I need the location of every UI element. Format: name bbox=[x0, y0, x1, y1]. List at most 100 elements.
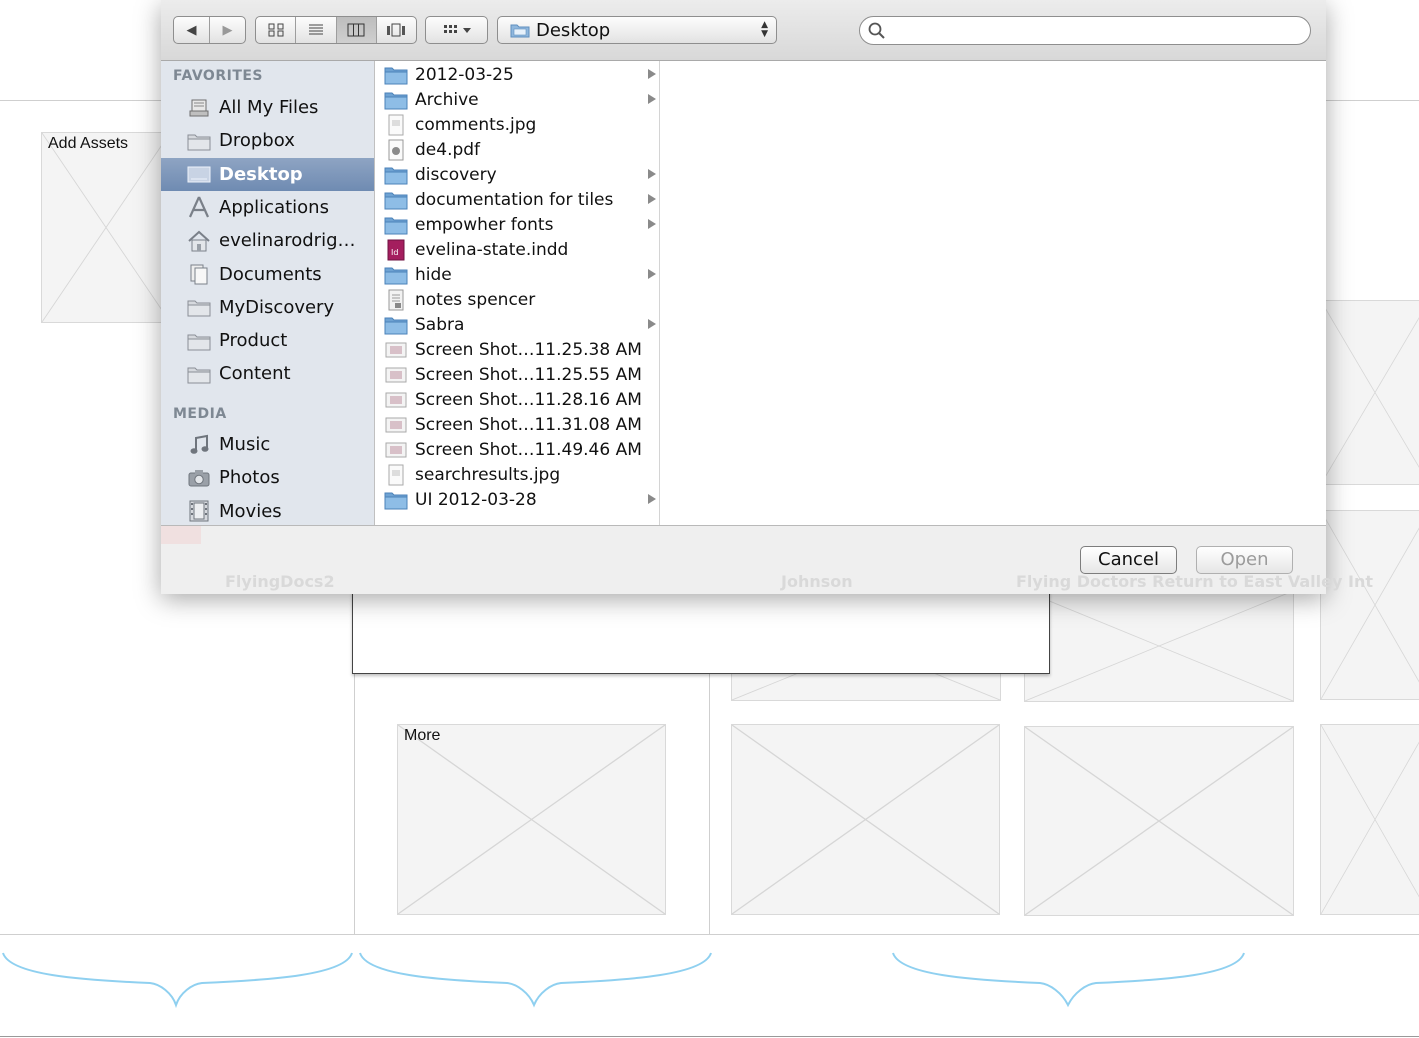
file-name: comments.jpg bbox=[415, 114, 537, 135]
footer-divider bbox=[0, 934, 1419, 935]
file-name: Sabra bbox=[415, 314, 465, 335]
folder-row[interactable]: empowher fonts bbox=[375, 212, 659, 237]
svg-text:Id: Id bbox=[391, 248, 398, 257]
cancel-button[interactable]: Cancel bbox=[1080, 546, 1177, 574]
file-row[interactable]: Screen Shot…11.28.16 AM bbox=[375, 387, 659, 412]
home-icon bbox=[185, 230, 213, 252]
sidebar-item-desktop[interactable]: Desktop bbox=[161, 157, 374, 191]
list-view-button[interactable] bbox=[296, 17, 337, 43]
back-arrow-icon: ◀ bbox=[186, 22, 197, 38]
open-file-dialog: ◀ ▶ Desktop ▲ ▼ FAVORITES MEDIA All My F… bbox=[161, 0, 1373, 594]
documents-icon bbox=[185, 263, 213, 285]
disclosure-arrow-icon bbox=[648, 69, 656, 79]
view-mode-control bbox=[255, 16, 417, 44]
indesign-file-icon: Id bbox=[384, 239, 408, 260]
file-row[interactable]: searchresults.jpg bbox=[375, 462, 659, 487]
arrange-icon bbox=[443, 25, 471, 33]
folder-icon bbox=[384, 165, 408, 185]
pdf-file-icon bbox=[384, 139, 408, 160]
screenshot-file-icon bbox=[384, 365, 408, 385]
folder-icon bbox=[185, 363, 213, 385]
file-row[interactable]: Screen Shot…11.25.55 AM bbox=[375, 362, 659, 387]
sidebar-item-all-my-files[interactable]: All My Files bbox=[161, 91, 374, 124]
arrange-segment bbox=[426, 17, 487, 43]
sidebar-item-photos[interactable]: Photos bbox=[161, 461, 374, 494]
file-name: Screen Shot…11.49.46 AM bbox=[415, 439, 642, 460]
image-file-icon bbox=[384, 464, 408, 485]
sidebar-item-mydiscovery[interactable]: MyDiscovery bbox=[161, 291, 374, 324]
film-icon bbox=[185, 500, 213, 522]
file-column: 2012-03-25 Archive comments.jpg de4.pdf disc… bbox=[375, 61, 660, 525]
sidebar-item-dropbox[interactable]: Dropbox bbox=[161, 124, 374, 157]
add-assets-label: Add Assets bbox=[48, 135, 129, 152]
back-forward-control: ◀ ▶ bbox=[173, 16, 246, 44]
ghost-text: FlyingDocs2 bbox=[225, 572, 335, 591]
ghost-text: Johnson bbox=[781, 572, 853, 591]
background-modal bbox=[352, 580, 1050, 674]
sidebar-item-content[interactable]: Content bbox=[161, 357, 374, 390]
file-row[interactable]: comments.jpg bbox=[375, 112, 659, 137]
sidebar-item-label: Movies bbox=[219, 500, 282, 522]
file-name: Screen Shot…11.25.38 AM bbox=[415, 339, 642, 360]
sidebar-item-label: All My Files bbox=[219, 97, 319, 118]
sidebar-item-label: Desktop bbox=[219, 163, 303, 185]
dialog-footer: FlyingDocs2 Johnson Flying Doctors Retur… bbox=[161, 525, 1373, 594]
file-row[interactable]: de4.pdf bbox=[375, 137, 659, 162]
add-assets-placeholder[interactable]: Add Assets bbox=[41, 132, 171, 323]
sidebar-item-documents[interactable]: Documents bbox=[161, 258, 374, 291]
file-name: de4.pdf bbox=[415, 139, 481, 160]
arrange-button[interactable] bbox=[425, 16, 488, 44]
file-name: 2012-03-25 bbox=[415, 64, 514, 85]
forward-button[interactable]: ▶ bbox=[210, 17, 245, 43]
folder-icon bbox=[384, 215, 408, 235]
folder-row[interactable]: UI 2012-03-28 bbox=[375, 487, 659, 512]
folder-row[interactable]: 2012-03-25 bbox=[375, 62, 659, 87]
icon-view-button[interactable] bbox=[256, 17, 297, 43]
disclosure-arrow-icon bbox=[648, 319, 656, 329]
folder-row[interactable]: Sabra bbox=[375, 312, 659, 337]
folder-row[interactable]: hide bbox=[375, 262, 659, 287]
sidebar-item-product[interactable]: Product bbox=[161, 324, 374, 357]
folder-row[interactable]: Archive bbox=[375, 87, 659, 112]
file-row[interactable]: Screen Shot…11.49.46 AM bbox=[375, 437, 659, 462]
search-field[interactable] bbox=[859, 16, 1311, 45]
sidebar-item-music[interactable]: Music bbox=[161, 428, 374, 461]
file-row[interactable]: Screen Shot…11.31.08 AM bbox=[375, 412, 659, 437]
sidebar-item-evelinarodrig[interactable]: evelinarodrig… bbox=[161, 224, 374, 257]
location-popup[interactable]: Desktop ▲ ▼ bbox=[497, 16, 777, 44]
folder-row[interactable]: discovery bbox=[375, 162, 659, 187]
sidebar-item-movies[interactable]: Movies bbox=[161, 495, 374, 525]
disclosure-arrow-icon bbox=[648, 494, 656, 504]
open-button[interactable]: Open bbox=[1196, 546, 1293, 574]
folder-icon bbox=[384, 265, 408, 285]
dialog-toolbar: ◀ ▶ Desktop ▲ ▼ bbox=[161, 0, 1326, 61]
column-view-button[interactable] bbox=[336, 17, 377, 43]
camera-icon bbox=[185, 467, 213, 489]
sidebar-item-label: Documents bbox=[219, 263, 322, 285]
file-name: hide bbox=[415, 264, 452, 285]
image-placeholder bbox=[1024, 726, 1294, 916]
file-row[interactable]: notes spencer bbox=[375, 287, 659, 312]
image-placeholder bbox=[1320, 724, 1419, 915]
file-row[interactable]: Id evelina-state.indd bbox=[375, 237, 659, 262]
forward-arrow-icon: ▶ bbox=[222, 22, 233, 38]
coverflow-view-button[interactable] bbox=[377, 17, 416, 43]
sidebar-item-label: Photos bbox=[219, 467, 280, 489]
file-name: Screen Shot…11.28.16 AM bbox=[415, 389, 642, 410]
disclosure-arrow-icon bbox=[648, 269, 656, 279]
sidebar-item-label: Applications bbox=[219, 196, 329, 218]
folder-row[interactable]: documentation for tiles bbox=[375, 187, 659, 212]
desktop-folder-icon bbox=[510, 24, 530, 38]
more-placeholder[interactable]: More bbox=[397, 724, 666, 915]
sidebar-item-applications[interactable]: Applications bbox=[161, 191, 374, 224]
disclosure-arrow-icon bbox=[648, 169, 656, 179]
applications-icon bbox=[185, 196, 213, 218]
screenshot-file-icon bbox=[384, 340, 408, 360]
back-button[interactable]: ◀ bbox=[174, 17, 210, 43]
bottom-divider bbox=[0, 1036, 1419, 1037]
curly-braces bbox=[2, 952, 1245, 1009]
image-placeholder bbox=[1024, 590, 1294, 702]
search-input[interactable] bbox=[890, 20, 1304, 42]
file-row[interactable]: Screen Shot…11.25.38 AM bbox=[375, 337, 659, 362]
media-header: MEDIA bbox=[173, 406, 227, 422]
